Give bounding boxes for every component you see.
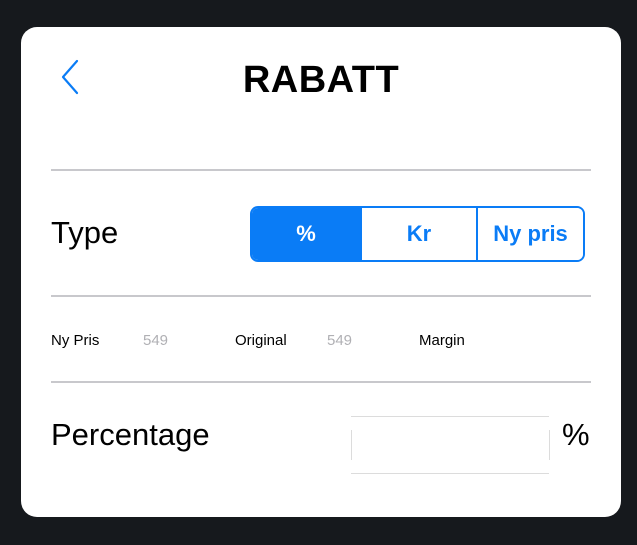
type-option-new-price[interactable]: Ny pris [476,208,583,260]
new-price-label: Ny Pris [51,332,100,349]
type-label: Type [51,215,119,250]
original-value: 549 [327,332,353,349]
page-title: RABATT [242,59,400,101]
percentage-label: Percentage [51,417,210,452]
discount-dialog: RABATT Type % Kr Ny pris Ny Pris 549 Ori… [21,27,621,517]
divider-middle [51,295,591,297]
margin-label: Margin [419,332,465,349]
original-label: Original [235,332,287,349]
percentage-input-edge-right [549,430,550,460]
percentage-input[interactable] [351,416,549,474]
divider-bottom [51,381,591,383]
new-price-value: 549 [143,332,169,349]
type-option-percent[interactable]: % [252,208,360,260]
divider-top [51,169,591,171]
type-option-kr[interactable]: Kr [360,208,476,260]
discount-type-selector: % Kr Ny pris [250,206,585,262]
percent-unit: % [562,417,590,452]
percentage-input-edge-left [351,430,352,460]
